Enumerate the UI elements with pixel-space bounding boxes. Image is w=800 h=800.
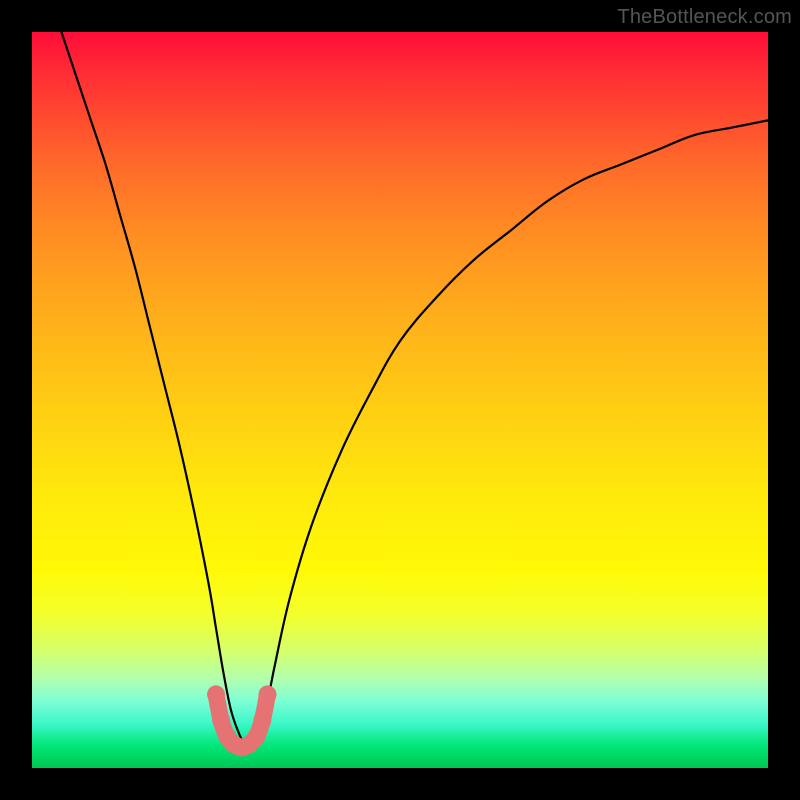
valley-marker-dot — [247, 727, 265, 745]
valley-marker-dot — [259, 685, 277, 703]
valley-marker-dot — [212, 711, 230, 729]
plot-area — [32, 32, 768, 768]
curve-svg — [32, 32, 768, 768]
watermark-text: TheBottleneck.com — [617, 6, 792, 29]
valley-marker-dot — [253, 711, 271, 729]
bottleneck-curve-path — [61, 32, 768, 748]
valley-marker-group — [207, 685, 277, 756]
valley-marker-dot — [207, 685, 225, 703]
chart-frame: TheBottleneck.com — [0, 0, 800, 800]
